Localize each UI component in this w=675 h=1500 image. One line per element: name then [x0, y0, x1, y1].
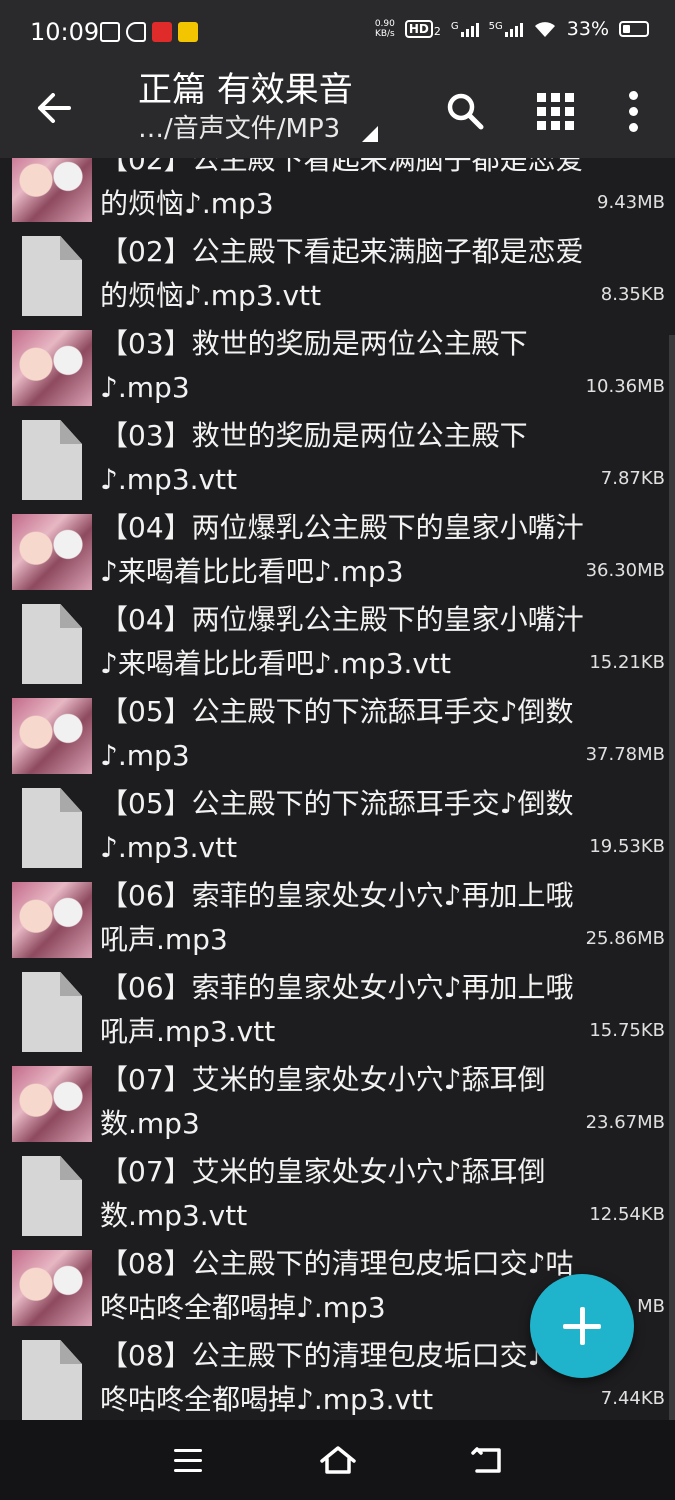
- file-row[interactable]: 【07】艾米的皇家处女小穴♪舔耳倒数.mp3.vtt 12.54KB: [0, 1150, 675, 1242]
- status-bar: 10:09 0.90 KB/s HD 2 G 5G 33%: [0, 0, 675, 66]
- file-name: 【04】两位爆乳公主殿下的皇家小嘴汁♪来喝着比比看吧♪.mp3.vtt: [100, 603, 584, 680]
- file-name: 【02】公主殿下看起来满脑子都是恋爱的烦恼♪.mp3: [100, 158, 584, 220]
- text-file-icon: [22, 972, 82, 1052]
- file-size: 15.75KB: [589, 1020, 665, 1041]
- search-button[interactable]: [438, 84, 492, 138]
- file-name: 【07】艾米的皇家处女小穴♪舔耳倒数.mp3: [100, 1063, 546, 1140]
- path-dropdown[interactable]: …/音声文件/MP3: [138, 112, 379, 146]
- file-size: 7.44KB: [600, 1388, 665, 1409]
- file-size: 10.36MB: [585, 376, 665, 397]
- text-file-icon: [22, 420, 82, 500]
- battery-icon: [619, 21, 649, 37]
- battery-percent: 33%: [566, 18, 609, 40]
- app-notification-icon-2: [178, 22, 198, 42]
- file-size: 8.35KB: [600, 284, 665, 305]
- signal-bars-icon: [460, 21, 479, 37]
- gallery-notification-icon: [100, 22, 120, 42]
- file-row[interactable]: 【06】索菲的皇家处女小穴♪再加上哦吼声.mp3 25.86MB: [0, 874, 675, 966]
- notification-icons: [100, 22, 198, 42]
- dropdown-arrow-icon: [362, 126, 379, 142]
- file-row[interactable]: 【03】救世的奖励是两位公主殿下♪.mp3 10.36MB: [0, 322, 675, 414]
- file-row[interactable]: 【07】艾米的皇家处女小穴♪舔耳倒数.mp3 23.67MB: [0, 1058, 675, 1150]
- app-notification-icon: [152, 22, 172, 42]
- scrollbar[interactable]: [669, 335, 675, 1420]
- album-art-thumbnail: [12, 1066, 92, 1142]
- file-name: 【06】索菲的皇家处女小穴♪再加上哦吼声.mp3: [100, 879, 574, 956]
- file-size: 12.54KB: [589, 1204, 665, 1225]
- file-size: 7.87KB: [600, 468, 665, 489]
- album-art-thumbnail: [12, 698, 92, 774]
- search-icon: [447, 93, 484, 130]
- signal-bars-icon: [504, 21, 523, 37]
- file-row[interactable]: 【02】公主殿下看起来满脑子都是恋爱的烦恼♪.mp3.vtt 8.35KB: [0, 230, 675, 322]
- file-name: 【04】两位爆乳公主殿下的皇家小嘴汁♪来喝着比比看吧♪.mp3: [100, 511, 584, 588]
- hd-icon: HD: [404, 20, 433, 38]
- file-row[interactable]: 【04】两位爆乳公主殿下的皇家小嘴汁♪来喝着比比看吧♪.mp3 36.30MB: [0, 506, 675, 598]
- text-file-icon: [22, 788, 82, 868]
- file-size: MB: [637, 1296, 665, 1317]
- recent-apps-button[interactable]: [158, 1438, 218, 1482]
- text-file-icon: [22, 1340, 82, 1420]
- add-button[interactable]: [530, 1274, 634, 1378]
- file-row[interactable]: 【03】救世的奖励是两位公主殿下♪.mp3.vtt 7.87KB: [0, 414, 675, 506]
- album-art-thumbnail: [12, 514, 92, 590]
- file-name: 【03】救世的奖励是两位公主殿下♪.mp3: [100, 327, 528, 404]
- file-row[interactable]: 【05】公主殿下的下流舔耳手交♪倒数♪.mp3.vtt 19.53KB: [0, 782, 675, 874]
- grid-view-button[interactable]: [528, 84, 582, 138]
- text-file-icon: [22, 236, 82, 316]
- file-list-items: 【02】公主殿下看起来满脑子都是恋爱的烦恼♪.mp3 9.43MB 【02】公主殿下…: [0, 158, 675, 1420]
- file-name: 【08】公主殿下的清理包皮垢口交♪咕咚咕咚全都喝掉♪.mp3.vtt: [100, 1339, 574, 1416]
- grid-view-icon: [536, 92, 574, 130]
- album-art-thumbnail: [12, 330, 92, 406]
- page-title: 正篇 有效果音: [138, 70, 353, 110]
- more-options-button[interactable]: [606, 84, 660, 138]
- album-art-thumbnail: [12, 882, 92, 958]
- wifi-icon: [534, 22, 555, 37]
- more-vert-icon: [628, 90, 638, 132]
- file-size: 19.53KB: [589, 836, 665, 857]
- menu-icon: [174, 1448, 202, 1472]
- file-name: 【05】公主殿下的下流舔耳手交♪倒数♪.mp3: [100, 695, 574, 772]
- system-nav-bar: [0, 1420, 675, 1500]
- album-art-thumbnail: [12, 158, 92, 222]
- home-button[interactable]: [308, 1438, 368, 1482]
- file-row[interactable]: 【04】两位爆乳公主殿下的皇家小嘴汁♪来喝着比比看吧♪.mp3.vtt 15.21…: [0, 598, 675, 690]
- status-time: 10:09: [30, 18, 100, 46]
- hd-indicator: HD 2: [404, 20, 441, 38]
- file-size: 37.78MB: [585, 744, 665, 765]
- file-name: 【02】公主殿下看起来满脑子都是恋爱的烦恼♪.mp3.vtt: [100, 235, 584, 312]
- home-icon: [320, 1446, 356, 1474]
- file-name: 【08】公主殿下的清理包皮垢口交♪咕咚咕咚全都喝掉♪.mp3: [100, 1247, 574, 1324]
- signal-1: G: [451, 21, 479, 37]
- status-right: 0.90 KB/s HD 2 G 5G 33%: [375, 18, 649, 40]
- play-notification-icon: [126, 22, 146, 42]
- network-speed: 0.90 KB/s: [374, 19, 395, 39]
- text-file-icon: [22, 1156, 82, 1236]
- file-name: 【05】公主殿下的下流舔耳手交♪倒数♪.mp3.vtt: [100, 787, 574, 864]
- file-size: 23.67MB: [585, 1112, 665, 1133]
- file-name: 【03】救世的奖励是两位公主殿下♪.mp3.vtt: [100, 419, 528, 496]
- file-row[interactable]: 【05】公主殿下的下流舔耳手交♪倒数♪.mp3 37.78MB: [0, 690, 675, 782]
- file-name: 【07】艾米的皇家处女小穴♪舔耳倒数.mp3.vtt: [100, 1155, 546, 1232]
- back-button[interactable]: [30, 84, 78, 132]
- back-nav-button[interactable]: [458, 1438, 518, 1482]
- back-icon: [471, 1447, 501, 1473]
- file-size: 15.21KB: [589, 652, 665, 673]
- arrow-left-icon: [38, 93, 71, 123]
- file-name: 【06】索菲的皇家处女小穴♪再加上哦吼声.mp3.vtt: [100, 971, 574, 1048]
- album-art-thumbnail: [12, 1250, 92, 1326]
- file-row[interactable]: 【02】公主殿下看起来满脑子都是恋爱的烦恼♪.mp3 9.43MB: [0, 158, 675, 230]
- file-size: 36.30MB: [585, 560, 665, 581]
- current-path: …/音声文件/MP3: [138, 114, 341, 144]
- file-row[interactable]: 【06】索菲的皇家处女小穴♪再加上哦吼声.mp3.vtt 15.75KB: [0, 966, 675, 1058]
- file-list[interactable]: 【02】公主殿下看起来满脑子都是恋爱的烦恼♪.mp3 9.43MB 【02】公主殿下…: [0, 158, 675, 1420]
- file-size: 9.43MB: [597, 192, 665, 213]
- app-bar: 正篇 有效果音 …/音声文件/MP3: [0, 66, 675, 158]
- signal-2: 5G: [489, 21, 523, 37]
- title-area[interactable]: 正篇 有效果音 …/音声文件/MP3: [138, 66, 379, 146]
- text-file-icon: [22, 604, 82, 684]
- file-size: 25.86MB: [585, 928, 665, 949]
